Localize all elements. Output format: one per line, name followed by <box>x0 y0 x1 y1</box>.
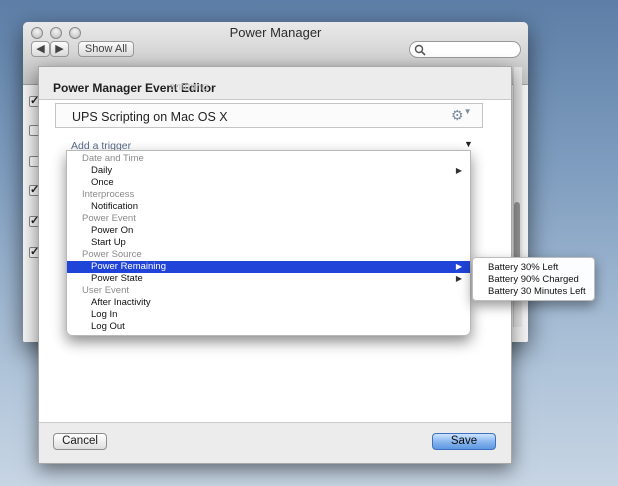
menu-item-label: Notification <box>91 201 138 212</box>
menu-group-header: Power Source <box>67 249 470 261</box>
submenu-arrow-icon: ▶ <box>455 166 462 175</box>
menu-item-label: Power State <box>91 273 143 284</box>
cancel-button[interactable]: Cancel <box>53 433 107 450</box>
window-title: Power Manager <box>229 25 322 40</box>
menu-group-header: Power Event <box>67 213 470 225</box>
submenu-arrow-icon: ▶ <box>455 262 462 271</box>
search-field[interactable] <box>409 41 521 58</box>
menu-item-label: User Event <box>82 285 129 296</box>
menu-item[interactable]: Start Up <box>67 237 470 249</box>
submenu-item[interactable]: Battery 30 Minutes Left <box>488 286 586 298</box>
menu-item-label: Log Out <box>91 321 125 332</box>
back-button[interactable]: ◀ <box>31 41 50 57</box>
chevron-down-icon[interactable]: ▼ <box>464 139 473 149</box>
submenu-item[interactable]: Battery 30% Left <box>488 262 558 274</box>
menu-item-label: Interprocess <box>82 189 135 200</box>
submenu-arrow-icon: ▶ <box>455 274 462 283</box>
show-all-button[interactable]: Show All <box>78 41 134 57</box>
background-text: amming <box>169 81 209 93</box>
menu-item[interactable]: Notification <box>67 201 470 213</box>
event-name-field[interactable]: UPS Scripting on Mac OS X ⚙▼ <box>55 103 483 128</box>
menu-item-label: Date and Time <box>82 153 144 164</box>
menu-item[interactable]: Power Remaining ▶ <box>67 261 470 273</box>
left-arrow-icon: ◀ <box>36 43 45 55</box>
gear-icon[interactable]: ⚙▼ <box>451 107 471 124</box>
menu-group-header: Date and Time <box>67 153 470 165</box>
right-arrow-icon: ▶ <box>55 43 64 55</box>
event-name-text: UPS Scripting on Mac OS X <box>72 110 228 124</box>
search-input[interactable] <box>427 43 515 56</box>
menu-item[interactable]: Once <box>67 177 470 189</box>
menu-item-label: Once <box>91 177 114 188</box>
menu-item[interactable]: Power State ▶ <box>67 273 470 285</box>
menu-item-label: After Inactivity <box>91 297 151 308</box>
menu-item[interactable]: Power On <box>67 225 470 237</box>
menu-item-label: Log In <box>91 309 118 320</box>
chevron-down-icon: ▼ <box>463 107 472 116</box>
menu-item[interactable]: Daily ▶ <box>67 165 470 177</box>
menu-item-label: Power Event <box>82 213 136 224</box>
menu-group-header: Interprocess <box>67 189 470 201</box>
menu-item[interactable]: After Inactivity <box>67 297 470 309</box>
save-button[interactable]: Save <box>432 433 496 450</box>
power-remaining-submenu: Battery 30% Left Battery 90% Charged Bat… <box>472 257 595 301</box>
menu-item-label: Power Source <box>82 249 142 260</box>
menu-item[interactable]: Log In <box>67 309 470 321</box>
trigger-menu: Date and Time Daily ▶ Once Interprocess Notif… <box>66 150 471 336</box>
search-icon <box>414 44 426 56</box>
submenu-item[interactable]: Battery 90% Charged <box>488 274 579 286</box>
menu-group-header: User Event <box>67 285 470 297</box>
menu-item-label: Power On <box>91 225 134 236</box>
forward-button[interactable]: ▶ <box>50 41 69 57</box>
menu-item-label: Daily <box>91 165 113 176</box>
menu-item[interactable]: Log Out <box>67 321 470 333</box>
menu-item-label: Power Remaining <box>91 261 166 272</box>
menu-item-label: Start Up <box>91 237 126 248</box>
